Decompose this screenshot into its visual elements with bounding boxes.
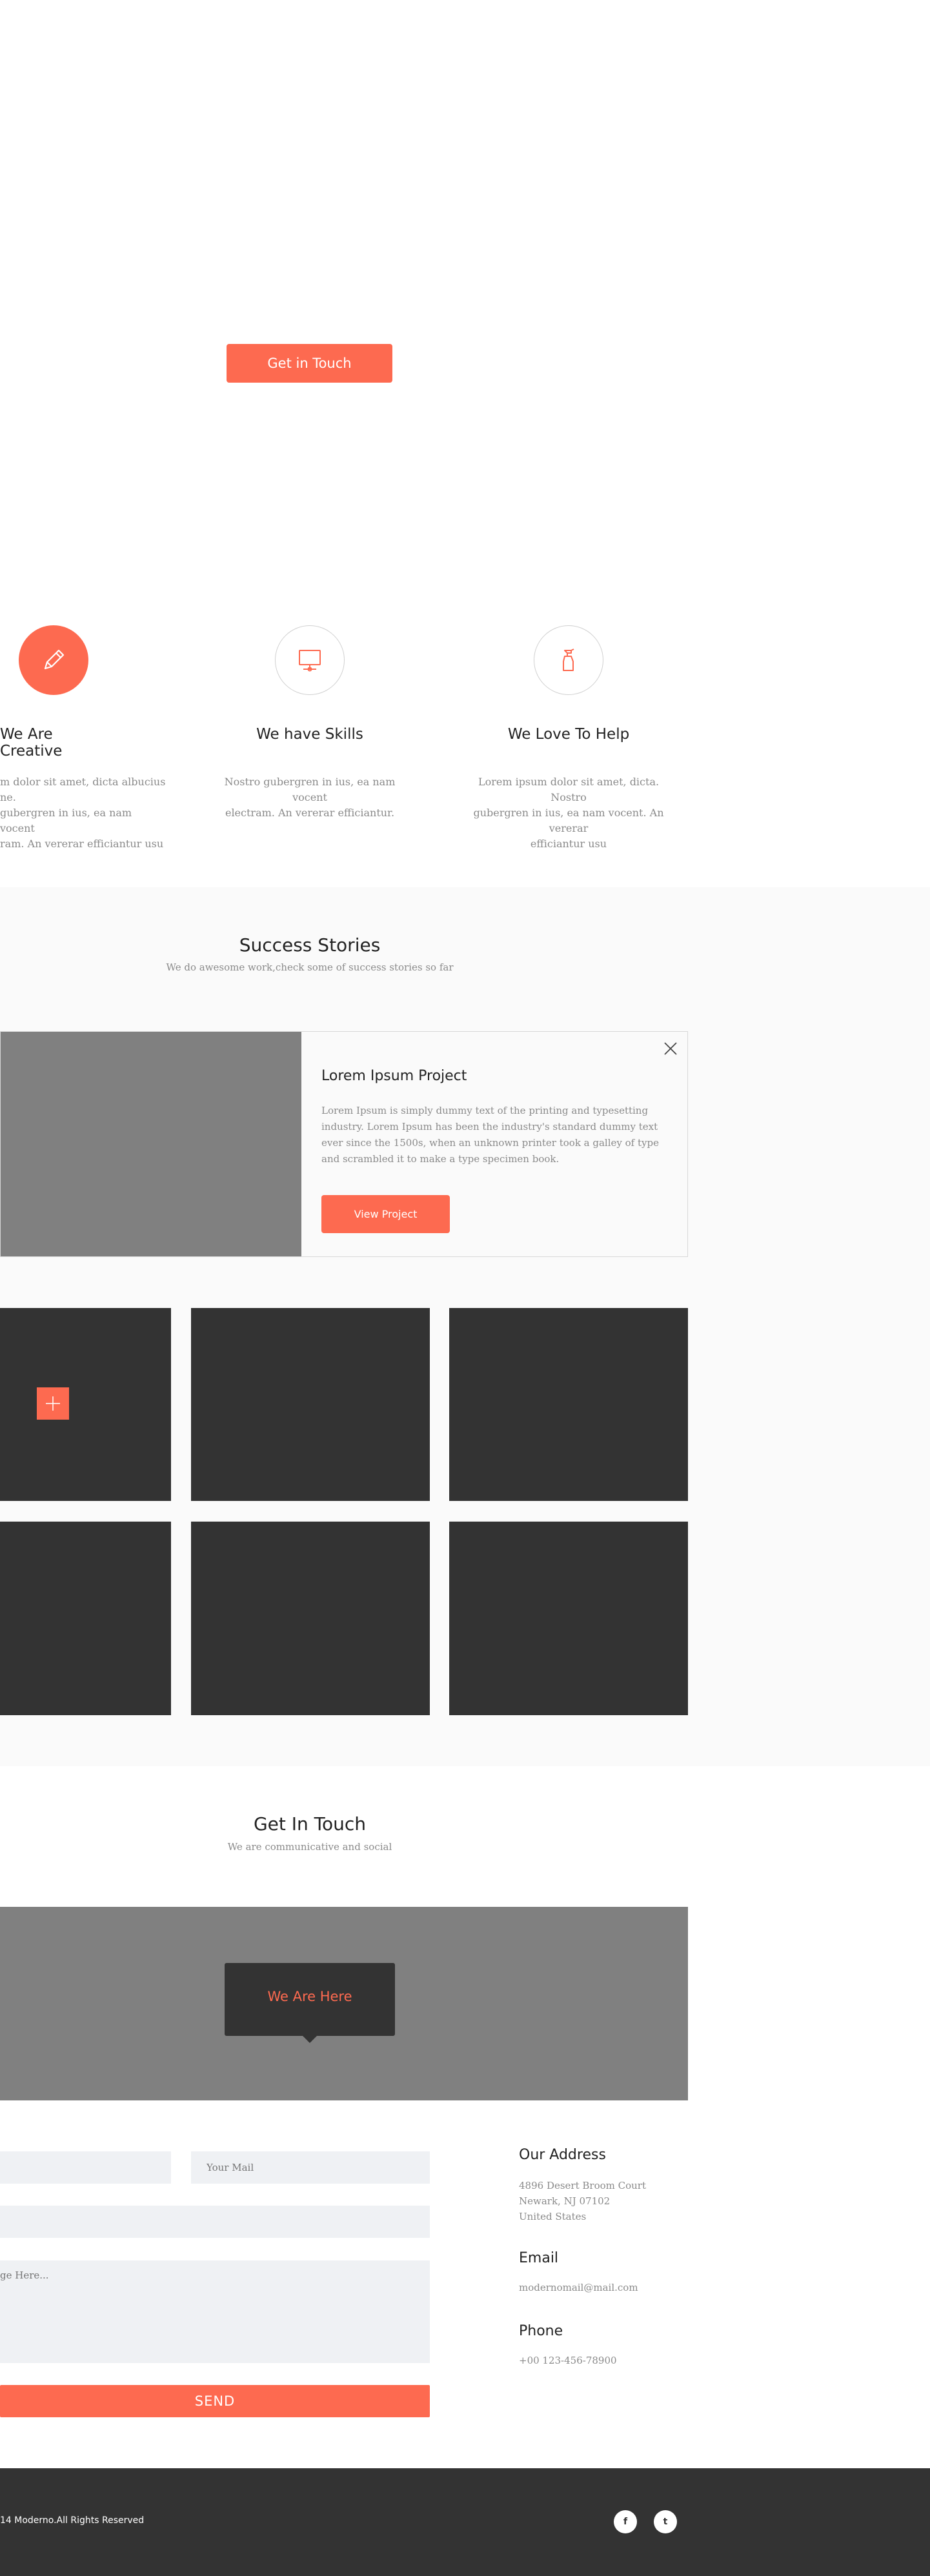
portfolio-subtitle: We do awesome work,check some of success…	[166, 961, 454, 973]
close-icon[interactable]	[662, 1040, 680, 1058]
map-tooltip-arrow	[302, 2035, 318, 2043]
phone-heading: Phone	[519, 2323, 563, 2339]
spray-bottle-icon	[563, 649, 574, 671]
project-title: Lorem Ipsum Project	[321, 1068, 467, 1084]
contact-subtitle: We are communicative and social	[227, 1841, 392, 1853]
phone-value: +00 123-456-78900	[519, 2355, 617, 2366]
address-text: 4896 Desert Broom Court Newark, NJ 07102…	[519, 2180, 646, 2222]
portfolio-tile[interactable]	[449, 1522, 688, 1715]
portfolio-tile[interactable]	[0, 1522, 171, 1715]
contact-title: Get In Touch	[253, 1813, 367, 1835]
email-heading: Email	[519, 2250, 559, 2266]
feature-creative-text: m dolor sit amet, dicta albucius ne. gub…	[0, 776, 166, 850]
send-button[interactable]: SEND	[0, 2385, 430, 2417]
project-card: Lorem Ipsum Project Lorem Ipsum is simpl…	[0, 1031, 688, 1257]
pencil-icon	[44, 649, 65, 670]
address-heading: Our Address	[519, 2147, 606, 2163]
feature-help-text: Lorem ipsum dolor sit amet, dicta. Nostr…	[473, 776, 664, 850]
feature-help-title: We Love To Help	[507, 726, 630, 743]
portfolio-tile[interactable]	[191, 1308, 430, 1501]
message-field[interactable]	[0, 2260, 430, 2363]
facebook-icon[interactable]: f	[614, 2510, 637, 2533]
portfolio-tile[interactable]	[191, 1522, 430, 1715]
feature-skills-text: Nostro gubergren in ius, ea nam vocent e…	[224, 776, 396, 819]
subject-field[interactable]	[0, 2206, 430, 2238]
view-project-button[interactable]: View Project	[321, 1195, 450, 1233]
feature-help-icon-circle	[534, 625, 603, 695]
mail-field[interactable]	[191, 2151, 430, 2184]
feature-skills-icon-circle	[275, 625, 345, 695]
portfolio-tile[interactable]	[449, 1308, 688, 1501]
name-field[interactable]	[0, 2151, 171, 2184]
project-description: Lorem Ipsum is simply dummy text of the …	[321, 1105, 659, 1165]
plus-icon[interactable]	[37, 1387, 69, 1420]
twitter-icon[interactable]: t	[654, 2510, 677, 2533]
feature-creative-title: We Are Creative	[0, 726, 63, 760]
portfolio-title: Success Stories	[239, 934, 381, 956]
map-tooltip-label: We Are Here	[267, 1989, 352, 2004]
monitor-icon	[299, 650, 321, 672]
feature-skills-title: We have Skills	[256, 726, 363, 743]
feature-creative-icon-circle	[19, 625, 88, 695]
portfolio-tile[interactable]	[0, 1308, 171, 1501]
copyright-text: 14 Moderno.All Rights Reserved	[0, 2515, 145, 2526]
project-image	[1, 1032, 301, 1256]
get-in-touch-button[interactable]: Get in Touch	[227, 344, 392, 383]
email-value[interactable]: modernomail@mail.com	[519, 2280, 638, 2295]
